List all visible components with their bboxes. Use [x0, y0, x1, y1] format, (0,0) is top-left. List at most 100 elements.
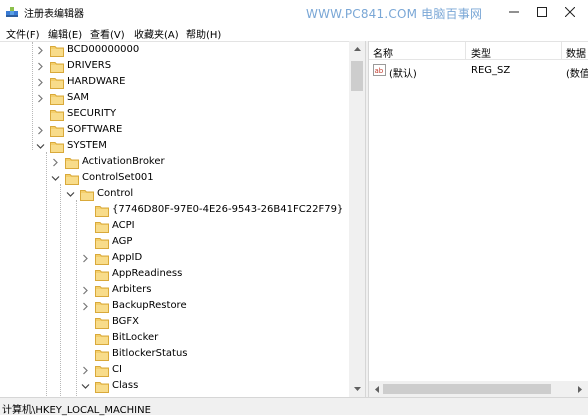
tree-item-label: HARDWARE — [67, 76, 126, 87]
tree-item-label: BackupRestore — [112, 300, 187, 311]
registry-editor-icon — [6, 5, 19, 18]
menu-bar: 文件(F) 编辑(E) 查看(V) 收藏夹(A) 帮助(H) — [0, 24, 588, 41]
maximize-button[interactable] — [528, 0, 556, 24]
tree-item[interactable]: BGFX — [0, 315, 348, 331]
tree-item-label: Control — [97, 188, 134, 199]
tree-item[interactable]: BitLocker — [0, 331, 348, 347]
tree-item-label: BGFX — [112, 316, 140, 327]
chevron-right-icon[interactable] — [36, 61, 45, 72]
chevron-down-icon[interactable] — [66, 189, 75, 200]
list-horizontal-scrollbar[interactable] — [369, 381, 588, 397]
tree-item[interactable]: SYSTEM — [0, 139, 348, 155]
value-data: (数值 — [566, 69, 588, 80]
tree-item-label: BitlockerStatus — [112, 348, 188, 359]
tree-item[interactable]: Control — [0, 187, 348, 203]
tree-item[interactable]: SOFTWARE — [0, 123, 348, 139]
tree-item[interactable]: AppID — [0, 251, 348, 267]
values-list[interactable]: 名称 类型 数据 ab (默认) REG_SZ (数值 — [369, 41, 588, 397]
chevron-down-icon[interactable] — [36, 141, 45, 152]
scroll-down-arrow-icon[interactable] — [349, 381, 365, 397]
column-separator[interactable] — [561, 42, 562, 60]
folder-icon — [95, 237, 109, 249]
menu-file[interactable]: 文件(F) — [6, 26, 40, 41]
chevron-right-icon[interactable] — [81, 253, 90, 264]
chevron-right-icon[interactable] — [81, 301, 90, 312]
chevron-down-icon[interactable] — [81, 381, 90, 392]
window-title: 注册表编辑器 — [24, 9, 84, 20]
folder-icon — [50, 61, 64, 73]
svg-text:ab: ab — [375, 67, 384, 75]
tree-item-label: ControlSet001 — [82, 172, 154, 183]
tree-item[interactable]: Arbiters — [0, 283, 348, 299]
chevron-right-icon[interactable] — [51, 157, 60, 168]
column-header-data[interactable]: 数据 — [566, 45, 586, 60]
column-header-name[interactable]: 名称 — [373, 45, 393, 60]
tree-item-label: {7746D80F-97E0-4E26-9543-26B41FC22F79} — [112, 204, 344, 215]
tree-item[interactable]: BackupRestore — [0, 299, 348, 315]
scrollbar-thumb[interactable] — [351, 61, 363, 91]
tree-item-label: Arbiters — [112, 284, 152, 295]
tree-item-label: SECURITY — [67, 108, 117, 119]
value-type: REG_SZ — [471, 65, 511, 76]
tree-item[interactable]: {7746D80F-97E0-4E26-9543-26B41FC22F79} — [0, 203, 348, 219]
tree-item[interactable]: ActivationBroker — [0, 155, 348, 171]
tree-vertical-scrollbar[interactable] — [349, 41, 365, 397]
menu-view[interactable]: 查看(V) — [90, 26, 125, 41]
tree-item[interactable]: BitlockerStatus — [0, 347, 348, 363]
tree-item-label: SOFTWARE — [67, 124, 123, 135]
column-separator[interactable] — [465, 42, 466, 60]
tree-item[interactable]: SAM — [0, 91, 348, 107]
chevron-right-icon[interactable] — [81, 365, 90, 376]
tree-item[interactable]: AGP — [0, 235, 348, 251]
tree-item[interactable]: HARDWARE — [0, 75, 348, 91]
chevron-right-icon[interactable] — [81, 285, 90, 296]
tree-item-label: Class — [112, 380, 139, 391]
tree-item[interactable]: AppReadiness — [0, 267, 348, 283]
chevron-right-icon[interactable] — [36, 77, 45, 88]
tree-item[interactable]: SECURITY — [0, 107, 348, 123]
status-bar: 计算机\HKEY_LOCAL_MACHINE — [0, 397, 588, 416]
tree-item[interactable]: ControlSet001 — [0, 171, 348, 187]
chevron-right-icon[interactable] — [36, 93, 45, 104]
folder-icon — [50, 93, 64, 105]
column-header-type[interactable]: 类型 — [471, 45, 491, 60]
folder-icon — [95, 301, 109, 313]
folder-icon — [50, 45, 64, 57]
folder-icon — [95, 285, 109, 297]
close-button[interactable] — [556, 0, 584, 24]
scroll-up-arrow-icon[interactable] — [349, 41, 365, 57]
folder-icon — [65, 173, 79, 185]
chevron-right-icon[interactable] — [36, 125, 45, 136]
tree-item[interactable]: Class — [0, 379, 348, 395]
menu-edit[interactable]: 编辑(E) — [48, 26, 82, 41]
menu-help[interactable]: 帮助(H) — [186, 26, 221, 41]
scroll-right-arrow-icon[interactable] — [572, 381, 588, 397]
tree-item-label: DRIVERS — [67, 60, 112, 71]
value-name: (默认) — [389, 69, 417, 80]
tree-item-label: BitLocker — [112, 332, 159, 343]
chevron-right-icon[interactable] — [36, 45, 45, 56]
tree-item-label: AGP — [112, 236, 133, 247]
scrollbar-thumb[interactable] — [383, 384, 551, 394]
tree-item[interactable]: DRIVERS — [0, 59, 348, 75]
tree-item-label: CI — [112, 364, 122, 375]
minimize-button[interactable] — [500, 0, 528, 24]
tree-item-label: AppID — [112, 252, 143, 263]
chevron-down-icon[interactable] — [51, 173, 60, 184]
list-header: 名称 类型 数据 — [369, 42, 588, 60]
tree-item[interactable]: ACPI — [0, 219, 348, 235]
menu-favorites[interactable]: 收藏夹(A) — [134, 26, 179, 41]
watermark-text: WWW.PC841.COM 电脑百事网 — [306, 7, 483, 21]
registry-tree[interactable]: BCD00000000 DRIVERS HARDWARE SAM SECURITY SOF… — [0, 41, 365, 397]
folder-icon — [95, 221, 109, 233]
folder-icon — [95, 253, 109, 265]
tree-item[interactable]: CI — [0, 363, 348, 379]
tree-item[interactable]: BCD00000000 — [0, 43, 348, 59]
current-key-path: 计算机\HKEY_LOCAL_MACHINE — [2, 405, 151, 416]
folder-icon — [95, 333, 109, 345]
folder-icon — [50, 77, 64, 89]
folder-icon — [50, 109, 64, 121]
tree-item-label: ActivationBroker — [82, 156, 165, 167]
folder-icon — [95, 349, 109, 361]
list-item[interactable]: ab (默认) REG_SZ (数值 — [369, 62, 588, 80]
